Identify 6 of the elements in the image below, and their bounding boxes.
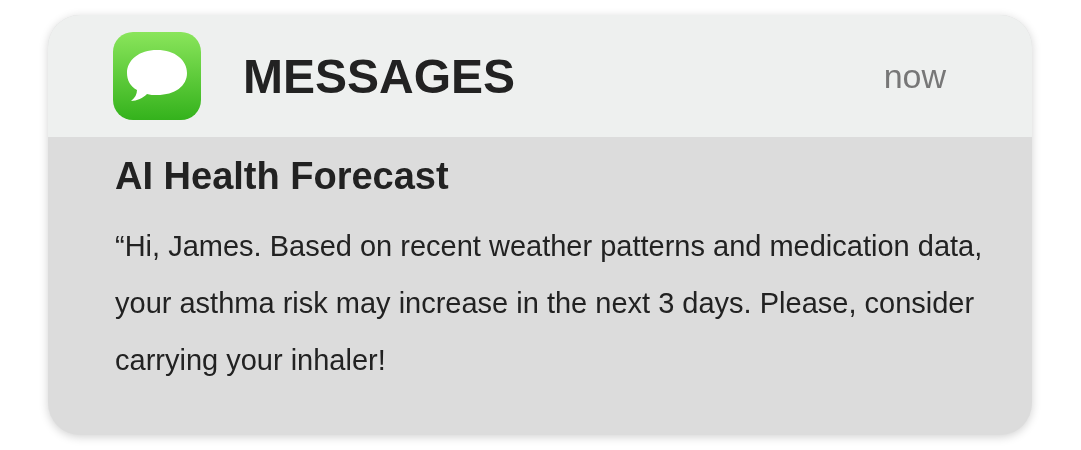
speech-bubble-icon	[113, 32, 201, 120]
notification-card[interactable]: MESSAGES now AI Health Forecast “Hi, James. Based on recent weather patterns and medication data, your asthma risk may increase in the next 3 days. Please, consider carrying your inhaler!	[48, 15, 1032, 435]
timestamp: now	[883, 56, 946, 96]
app-name: MESSAGES	[243, 48, 516, 104]
notification-title: AI Health Forecast	[115, 155, 450, 198]
notification-message: “Hi, James. Based on recent weather patterns and medication data, your asthma risk may increase in the next 3 days. Please, consider carrying your inhaler!	[115, 229, 984, 378]
